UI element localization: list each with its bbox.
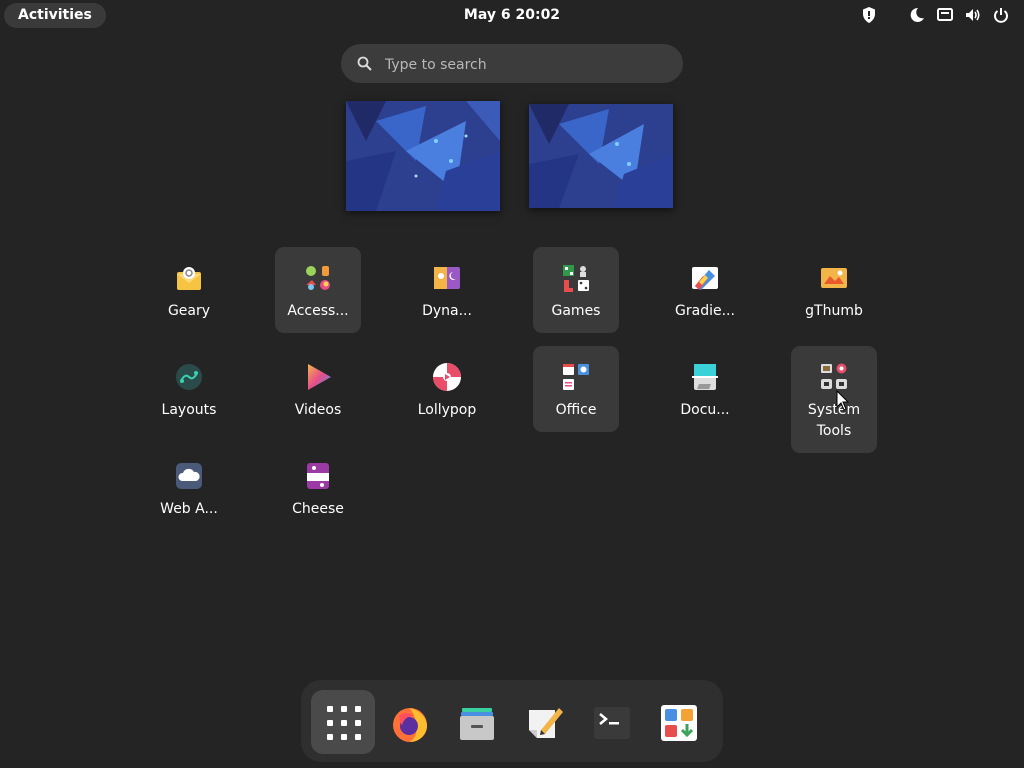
app-lollypop[interactable]: Lollypop xyxy=(404,346,490,432)
search-icon xyxy=(357,56,372,71)
dock-files[interactable] xyxy=(444,690,508,754)
activities-button[interactable]: Activities xyxy=(4,3,106,28)
app-document-scanner[interactable]: Docu... xyxy=(662,346,748,432)
app-label: Web A... xyxy=(160,501,218,517)
gradience-icon xyxy=(689,262,721,294)
dock-software[interactable] xyxy=(646,690,710,754)
app-label: Docu... xyxy=(680,402,730,418)
geary-mail-icon xyxy=(173,262,205,294)
network-wired-icon[interactable] xyxy=(936,6,954,24)
dock-firefox[interactable] xyxy=(377,690,441,754)
app-label: Videos xyxy=(294,402,342,418)
app-gthumb[interactable]: gThumb xyxy=(791,247,877,333)
app-dynamic-wallpaper[interactable]: Dyna... xyxy=(404,247,490,333)
workspace-thumbnail-1[interactable] xyxy=(346,101,500,211)
terminal-icon xyxy=(594,707,630,739)
folder-accessories[interactable]: Access... xyxy=(275,247,361,333)
app-label: Gradie... xyxy=(675,303,735,319)
app-label: Access... xyxy=(287,303,349,319)
dynamic-wallpaper-icon xyxy=(431,262,463,294)
games-folder-icon xyxy=(560,262,592,294)
power-icon[interactable] xyxy=(992,6,1010,24)
app-label: Layouts xyxy=(161,402,217,418)
app-videos[interactable]: Videos xyxy=(275,346,361,432)
app-cheese[interactable]: Cheese xyxy=(275,445,361,531)
app-label: Office xyxy=(555,402,597,418)
app-label: System Tools xyxy=(807,402,861,439)
lollypop-icon xyxy=(431,361,463,393)
volume-icon[interactable] xyxy=(964,6,982,24)
privacy-shield-icon[interactable] xyxy=(860,6,878,24)
app-label: Lollypop xyxy=(417,402,477,418)
search-bar[interactable] xyxy=(341,44,683,85)
app-gradience[interactable]: Gradie... xyxy=(662,247,748,333)
show-apps-button[interactable] xyxy=(311,690,375,754)
accessories-folder-icon xyxy=(302,262,334,294)
top-bar: Activities May 6 20:02 xyxy=(0,0,1024,32)
web-apps-icon xyxy=(173,460,205,492)
app-label: Cheese xyxy=(292,501,344,517)
app-layouts[interactable]: Layouts xyxy=(146,346,232,432)
mouse-cursor-icon xyxy=(836,390,850,411)
app-web-apps[interactable]: Web A... xyxy=(146,445,232,531)
dock-terminal[interactable] xyxy=(579,690,643,754)
system-tools-folder-icon xyxy=(818,361,850,393)
night-light-icon[interactable] xyxy=(908,6,926,24)
software-icon xyxy=(661,705,697,741)
folder-games[interactable]: Games xyxy=(533,247,619,333)
dock-text-editor[interactable] xyxy=(511,690,575,754)
layouts-icon xyxy=(173,361,205,393)
app-label: gThumb xyxy=(805,303,863,319)
gthumb-icon xyxy=(818,262,850,294)
app-label: Geary xyxy=(167,303,211,319)
folder-system-tools[interactable]: System Tools xyxy=(791,346,877,453)
cheese-icon xyxy=(302,460,334,492)
app-geary[interactable]: Geary xyxy=(146,247,232,333)
folder-office[interactable]: Office xyxy=(533,346,619,432)
app-grid-icon xyxy=(327,706,361,740)
search-input[interactable] xyxy=(383,44,667,85)
videos-icon xyxy=(302,361,334,393)
office-folder-icon xyxy=(560,361,592,393)
clock-button[interactable]: May 6 20:02 xyxy=(464,7,560,23)
workspace-thumbnail-2[interactable] xyxy=(529,104,673,208)
app-label: Games xyxy=(551,303,601,319)
dash-dock xyxy=(301,680,723,762)
system-tray[interactable] xyxy=(850,6,1010,24)
document-scanner-icon xyxy=(689,361,721,393)
text-editor-icon xyxy=(529,708,563,738)
app-label: Dyna... xyxy=(422,303,472,319)
firefox-icon xyxy=(393,708,427,742)
files-icon xyxy=(460,708,494,740)
